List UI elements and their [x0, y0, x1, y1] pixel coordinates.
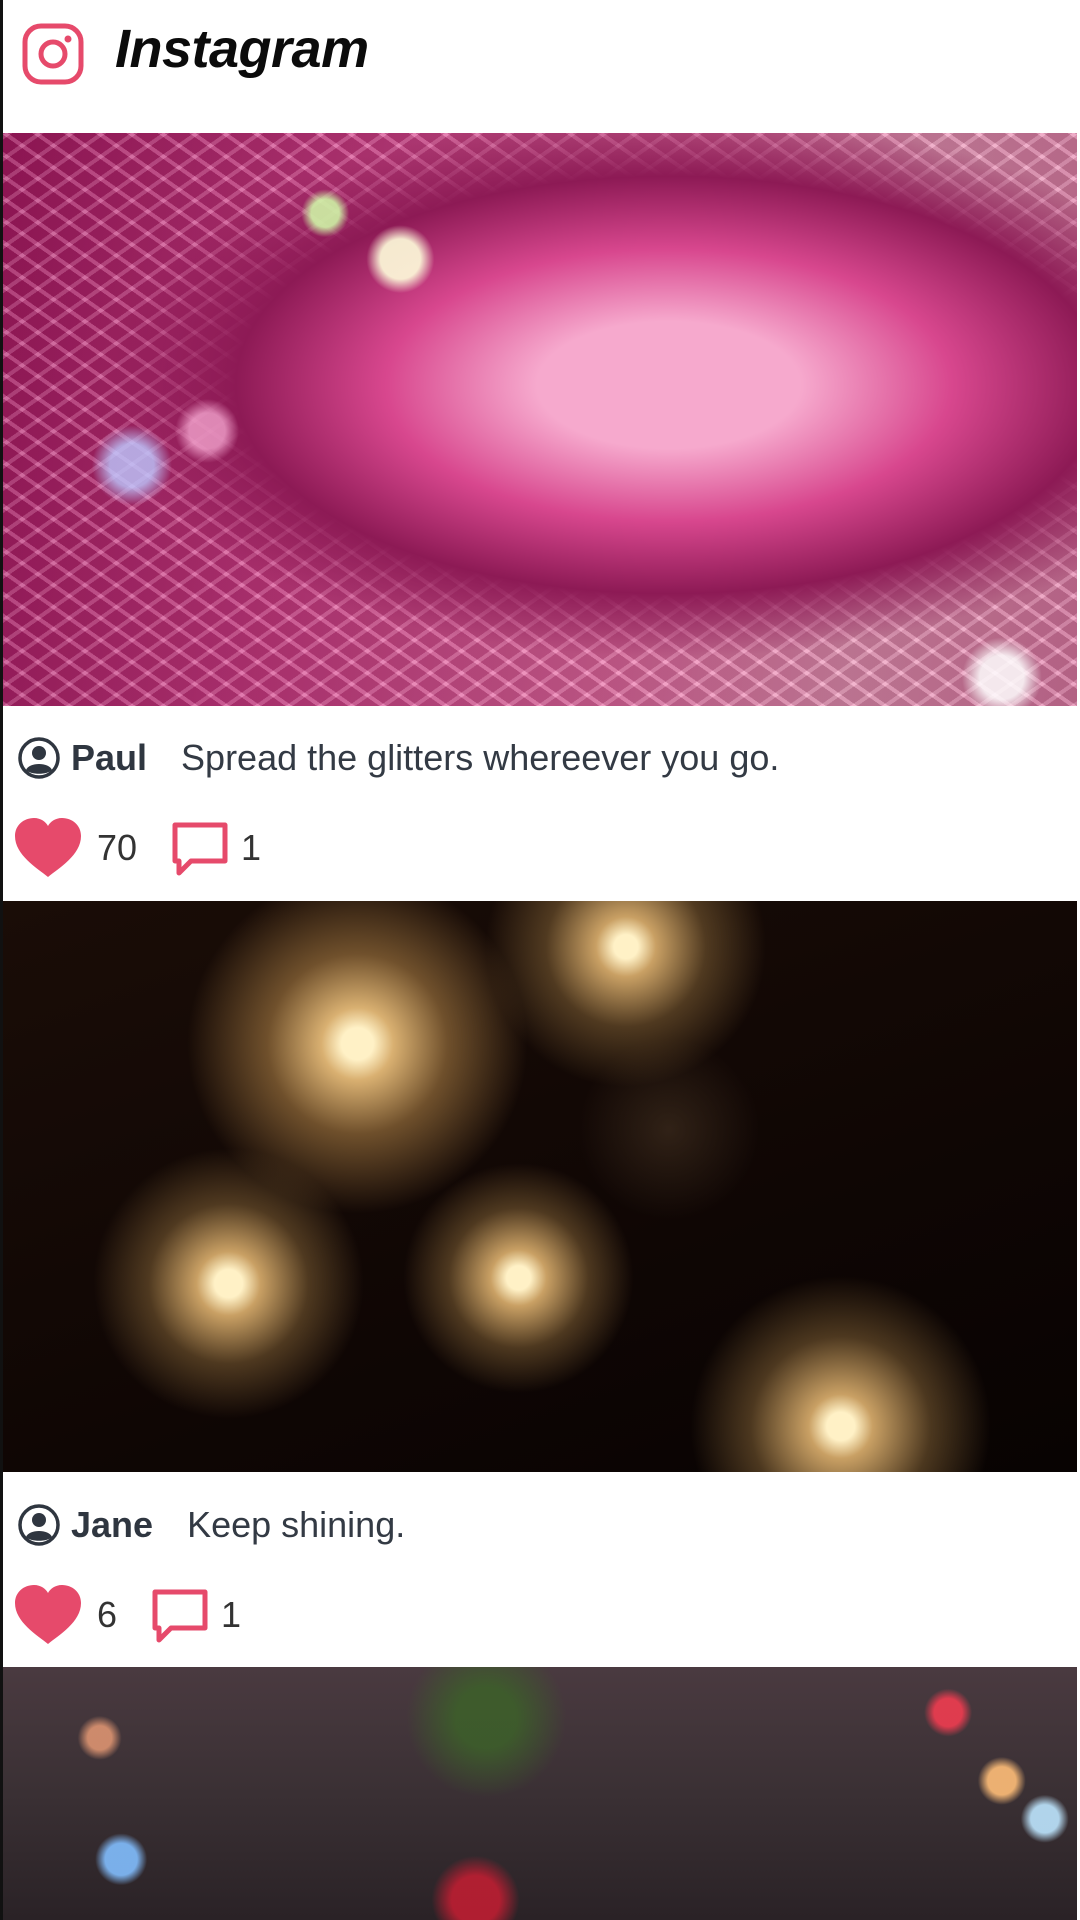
- post-image[interactable]: [3, 901, 1077, 1472]
- comment-icon[interactable]: [151, 1586, 209, 1644]
- comment-icon[interactable]: [171, 819, 229, 877]
- post-image[interactable]: [3, 133, 1077, 706]
- top-bar: Instagram: [3, 0, 1080, 132]
- post-username[interactable]: Jane: [71, 1504, 153, 1546]
- user-circle-icon[interactable]: [17, 1503, 61, 1547]
- heart-icon[interactable]: [13, 817, 83, 879]
- comment-count: 1: [241, 827, 262, 868]
- app-screen: Instagram Paul Spread the glitters where…: [0, 0, 1080, 1920]
- post-username[interactable]: Paul: [71, 737, 147, 779]
- user-circle-icon[interactable]: [17, 736, 61, 780]
- like-count: 70: [97, 827, 138, 868]
- post-caption: Keep shining.: [187, 1504, 406, 1545]
- like-count: 6: [97, 1594, 118, 1635]
- app-title: Instagram: [115, 19, 369, 79]
- post-caption-row: Paul Spread the glitters whereever you g…: [17, 734, 779, 782]
- post-caption-row: Jane Keep shining.: [17, 1501, 405, 1549]
- post-actions-row: 70 1: [13, 816, 261, 880]
- post-image[interactable]: [3, 1667, 1077, 1920]
- post-caption: Spread the glitters whereever you go.: [181, 737, 780, 778]
- instagram-logo-icon[interactable]: [21, 22, 85, 86]
- post-actions-row: 6 1: [13, 1583, 241, 1647]
- comment-count: 1: [221, 1594, 242, 1635]
- heart-icon[interactable]: [13, 1584, 83, 1646]
